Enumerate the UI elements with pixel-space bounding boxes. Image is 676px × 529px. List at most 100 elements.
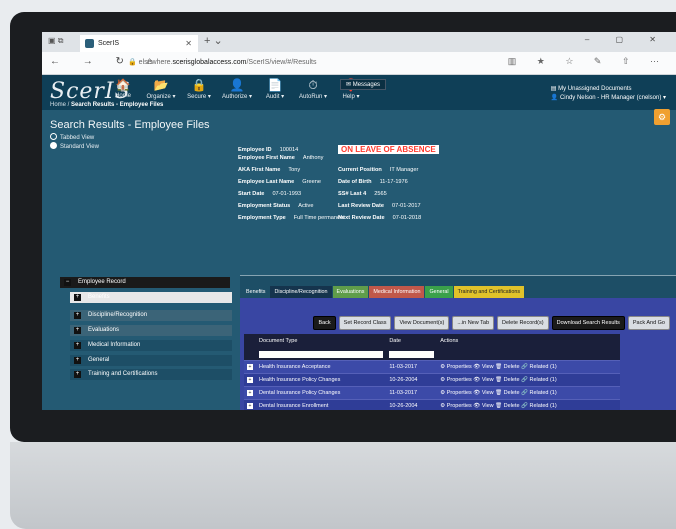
cell-document-type: Dental Insurance Policy Changes bbox=[256, 386, 387, 400]
tab-3[interactable]: Medical Information bbox=[369, 286, 425, 298]
table-row[interactable]: + Health Insurance Policy Changes 10-26-20… bbox=[244, 373, 620, 387]
tree-root[interactable]: − Employee Record bbox=[60, 277, 230, 288]
filter-actions bbox=[437, 348, 620, 361]
menu-item-4[interactable]: 📄 Audit ▾ bbox=[256, 78, 294, 100]
tree-item-5[interactable]: + Training and Certifications bbox=[70, 369, 232, 380]
browser-tab[interactable]: ScerIS ✕ bbox=[80, 35, 198, 52]
set-record-class-button[interactable]: Set Record Class bbox=[338, 316, 392, 330]
expand-icon[interactable]: + bbox=[74, 371, 81, 378]
plus-icon[interactable]: + bbox=[247, 364, 253, 370]
field-value: Tony bbox=[288, 167, 301, 173]
tab-0[interactable]: Benefits bbox=[242, 286, 270, 298]
menu-item-0[interactable]: 🏠 Home bbox=[104, 78, 142, 100]
unassigned-docs-link[interactable]: ▤ My Unassigned Documents bbox=[551, 85, 666, 94]
employee-info: ON LEAVE OF ABSENCE Employee ID 100014 Emp… bbox=[238, 145, 632, 265]
field-label: Start Date bbox=[238, 191, 265, 197]
column-document-type[interactable]: Document Type bbox=[256, 334, 387, 348]
tree-label: Benefits bbox=[88, 294, 110, 300]
field-value: Active bbox=[298, 203, 314, 209]
tree-item-3[interactable]: + Medical Information bbox=[70, 340, 232, 351]
menu-label: AutoRun ▾ bbox=[298, 94, 328, 100]
filter-date[interactable] bbox=[386, 348, 438, 361]
toolbar-icons[interactable]: ▥ ★ ☆ ✎ ⇧ ⋯ bbox=[508, 56, 668, 67]
url-field[interactable]: 🔒 elsewhere.scerisglobalaccess.com/ScerI… bbox=[128, 56, 558, 70]
menu-item-3[interactable]: 👤 Authorize ▾ bbox=[218, 78, 256, 100]
menu-item-1[interactable]: 📂 Organize ▾ bbox=[142, 78, 180, 100]
menu-label: Organize ▾ bbox=[146, 94, 176, 100]
new-tab-icon[interactable]: + ⌄ bbox=[204, 34, 223, 47]
breadcrumb-home[interactable]: Home / bbox=[50, 102, 69, 108]
app-header: ScerIS 🏠 Home 📂 Organize ▾ 🔒 Secure ▾ 👤 Authori… bbox=[42, 75, 676, 110]
table-row[interactable]: + Health Insurance Acceptance 11-03-2017 ⚙ … bbox=[244, 360, 620, 374]
user-menu[interactable]: 👤 Cindy Nelson - HR Manager (cnelson) ▾ bbox=[551, 94, 666, 103]
row-expand[interactable]: + bbox=[244, 360, 256, 374]
settings-button[interactable]: ⚙ bbox=[654, 109, 670, 125]
column-expand bbox=[244, 334, 256, 348]
expand-icon[interactable]: − bbox=[64, 279, 71, 286]
tree-item-4[interactable]: + General bbox=[70, 355, 232, 366]
tree-item-0[interactable]: + Benefits bbox=[70, 292, 232, 303]
field-label: Last Review Date bbox=[338, 203, 385, 209]
employee-field: Employee Last Name Greene bbox=[238, 179, 321, 185]
cell-date: 10-26-2004 bbox=[386, 373, 438, 387]
tab-5[interactable]: Training and Certifications bbox=[453, 286, 525, 298]
cell-date: 11-03-2017 bbox=[386, 360, 438, 374]
tabbed-view-radio[interactable]: Tabbed View bbox=[50, 133, 94, 141]
standard-view-radio[interactable]: Standard View bbox=[50, 142, 99, 150]
field-label: SS# Last 4 bbox=[338, 191, 367, 197]
breadcrumb: Home / Search Results - Employee Files bbox=[50, 102, 163, 108]
tree-item-2[interactable]: + Evaluations bbox=[70, 325, 232, 336]
messages-button[interactable]: ✉ Messages bbox=[340, 79, 387, 90]
field-label: Employee ID bbox=[238, 147, 272, 153]
plus-icon[interactable]: + bbox=[247, 377, 253, 383]
expand-icon[interactable]: + bbox=[74, 357, 81, 364]
tab-actions-icon[interactable]: ▣ ⧉ bbox=[48, 36, 64, 46]
new-tab-button[interactable]: ...in New Tab bbox=[452, 316, 495, 330]
expand-icon[interactable]: + bbox=[74, 342, 81, 349]
close-icon[interactable]: ✕ bbox=[185, 35, 192, 52]
cell-actions[interactable]: ⚙ Properties 👁 View 🗑 Delete 🔗 Related (… bbox=[437, 386, 620, 400]
filter-document-type[interactable] bbox=[256, 348, 387, 361]
column-date[interactable]: Date bbox=[386, 334, 438, 348]
menu-item-2[interactable]: 🔒 Secure ▾ bbox=[180, 78, 218, 100]
field-value: 100014 bbox=[279, 147, 299, 153]
menu-icon: 🏠 bbox=[115, 78, 131, 92]
tab-2[interactable]: Evaluations bbox=[332, 286, 369, 298]
tree-label: Medical Information bbox=[88, 342, 141, 348]
employee-field: Employment Type Full Time permanent bbox=[238, 215, 345, 221]
browser-tab-bar: ▣ ⧉ ScerIS ✕ + ⌄ – ▢ ✕ bbox=[42, 32, 676, 52]
expand-icon[interactable]: + bbox=[74, 327, 81, 334]
view-documents-button[interactable]: View Document(s) bbox=[394, 316, 450, 330]
cell-actions[interactable]: ⚙ Properties 👁 View 🗑 Delete 🔗 Related (… bbox=[437, 360, 620, 374]
expand-icon[interactable]: + bbox=[74, 312, 81, 319]
cell-document-type: Health Insurance Acceptance bbox=[256, 360, 387, 374]
user-info[interactable]: ▤ My Unassigned Documents 👤 Cindy Nelson… bbox=[551, 85, 666, 103]
field-value: Greene bbox=[302, 179, 321, 185]
table-row[interactable]: + Dental Insurance Policy Changes 11-03-20… bbox=[244, 386, 620, 400]
back-button[interactable]: Back bbox=[313, 316, 336, 330]
menu-icon: ⏱ bbox=[308, 78, 318, 92]
cell-actions[interactable]: ⚙ Properties 👁 View 🗑 Delete 🔗 Related (… bbox=[437, 373, 620, 387]
table-row[interactable]: + Dental Insurance Enrollment 10-26-2004 ⚙ … bbox=[244, 399, 620, 410]
cell-actions[interactable]: ⚙ Properties 👁 View 🗑 Delete 🔗 Related (… bbox=[437, 399, 620, 410]
tree-item-1[interactable]: + Discipline/Recognition bbox=[70, 310, 232, 321]
tab-1[interactable]: Discipline/Recognition bbox=[270, 286, 332, 298]
field-value: 11-17-1976 bbox=[379, 179, 408, 185]
row-expand[interactable]: + bbox=[244, 386, 256, 400]
screen: ▣ ⧉ ScerIS ✕ + ⌄ – ▢ ✕ ← → ↻ ⌂ 🔒 elsewhe… bbox=[42, 32, 676, 410]
window-controls[interactable]: – ▢ ✕ bbox=[585, 35, 668, 44]
menu-label: Help ▾ bbox=[342, 94, 360, 100]
download-results-button[interactable]: Download Search Results bbox=[551, 316, 625, 330]
favicon-icon bbox=[85, 39, 94, 48]
delete-records-button[interactable]: Delete Record(s) bbox=[497, 316, 549, 330]
employee-field: Employee ID 100014 bbox=[238, 147, 298, 153]
plus-icon[interactable]: + bbox=[247, 390, 253, 396]
tab-4[interactable]: General bbox=[425, 286, 453, 298]
expand-icon[interactable]: + bbox=[74, 294, 81, 301]
menu-item-5[interactable]: ⏱ AutoRun ▾ bbox=[294, 78, 332, 100]
pack-and-go-button[interactable]: Pack And Go bbox=[627, 316, 670, 330]
row-expand[interactable]: + bbox=[244, 373, 256, 387]
row-expand[interactable]: + bbox=[244, 399, 256, 410]
field-value: 07-01-2018 bbox=[392, 215, 422, 221]
plus-icon[interactable]: + bbox=[247, 403, 253, 409]
